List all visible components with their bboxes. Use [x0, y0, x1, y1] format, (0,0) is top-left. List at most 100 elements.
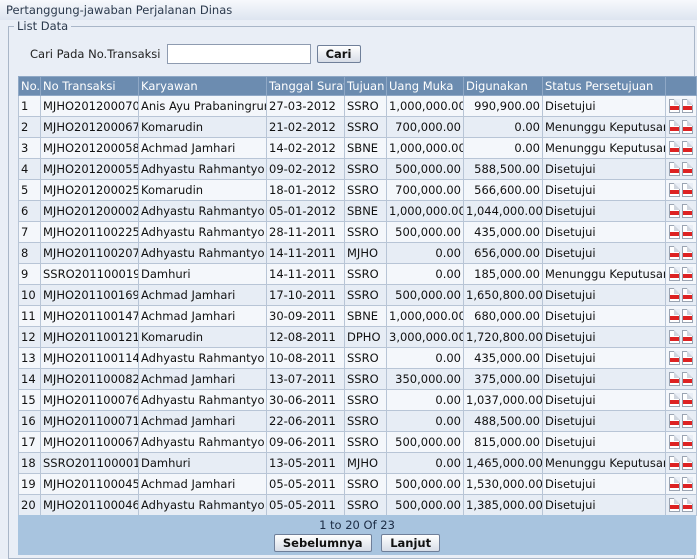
pdf-icon[interactable] [682, 99, 693, 114]
col-header-tujuan[interactable]: Tujuan [344, 76, 387, 96]
pdf-icon[interactable] [669, 204, 680, 219]
pdf-icon[interactable] [682, 477, 693, 492]
cell-actions [665, 221, 697, 243]
pdf-icon[interactable] [682, 267, 693, 282]
cell-actions [665, 179, 697, 201]
cell-status: Disetujui [542, 347, 666, 369]
table-row[interactable]: 13 MJHO201100114 Adhyastu Rahmantyo 10-08-2… [18, 347, 697, 369]
cell-status: Disetujui [542, 473, 666, 495]
col-header-status[interactable]: Status Persetujuan [542, 76, 666, 96]
cell-no: 3 [18, 137, 41, 159]
cell-no: 6 [18, 200, 41, 222]
pdf-icon[interactable] [669, 309, 680, 324]
col-header-uang-muka[interactable]: Uang Muka [386, 76, 464, 96]
pdf-icon[interactable] [669, 288, 680, 303]
cell-no-transaksi: MJHO201100121 [40, 326, 139, 348]
pdf-icon[interactable] [669, 267, 680, 282]
pdf-icon[interactable] [669, 456, 680, 471]
table-row[interactable]: 9 SSRO201100019 Damhuri 14-11-2011 SSRO 0.00 1… [18, 263, 697, 285]
cell-karyawan: Komarudin [138, 179, 267, 201]
cell-digunakan: 488,500.00 [463, 410, 543, 432]
cell-status: Menunggu Keputusan [542, 137, 666, 159]
pdf-icon[interactable] [669, 372, 680, 387]
pdf-icon[interactable] [669, 141, 680, 156]
pdf-icon[interactable] [682, 246, 693, 261]
cell-no-transaksi: MJHO201100147 [40, 305, 139, 327]
pdf-icon[interactable] [682, 372, 693, 387]
table-row[interactable]: 20 MJHO201100046 Adhyastu Rahmantyo 05-05-2… [18, 494, 697, 516]
table-row[interactable]: 15 MJHO201100076 Adhyastu Rahmantyo 30-06-2… [18, 389, 697, 411]
cell-karyawan: Adhyastu Rahmantyo [138, 221, 267, 243]
table-row[interactable]: 16 MJHO201100071 Achmad Jamhari 22-06-2011 S… [18, 410, 697, 432]
table-row[interactable]: 11 MJHO201100147 Achmad Jamhari 30-09-2011 S… [18, 305, 697, 327]
pdf-icon[interactable] [682, 183, 693, 198]
search-input[interactable] [166, 44, 311, 64]
cell-tanggal-surat: 28-11-2011 [266, 221, 345, 243]
pdf-icon[interactable] [682, 120, 693, 135]
col-header-tanggal-surat[interactable]: Tanggal Surat [266, 76, 345, 96]
data-table: No. No Transaksi Karyawan Tanggal Surat … [18, 76, 697, 516]
table-row[interactable]: 7 MJHO201100225 Adhyastu Rahmantyo 28-11-20… [18, 221, 697, 243]
col-header-digunakan[interactable]: Digunakan [463, 76, 543, 96]
next-button[interactable]: Lanjut [381, 534, 441, 552]
col-header-no-transaksi[interactable]: No Transaksi [40, 76, 139, 96]
pdf-icon[interactable] [682, 141, 693, 156]
pdf-icon[interactable] [669, 351, 680, 366]
table-row[interactable]: 18 SSRO201100001 Damhuri 13-05-2011 MJHO 0.00… [18, 452, 697, 474]
table-row[interactable]: 6 MJHO201200002 Adhyastu Rahmantyo 05-01-20… [18, 200, 697, 222]
pdf-icon[interactable] [669, 162, 680, 177]
col-header-no: No. [18, 76, 41, 96]
table-row[interactable]: 14 MJHO201100082 Achmad Jamhari 13-07-2011 S… [18, 368, 697, 390]
table-row[interactable]: 12 MJHO201100121 Komarudin 12-08-2011 DPHO 3,… [18, 326, 697, 348]
pdf-icon[interactable] [669, 393, 680, 408]
pdf-icon[interactable] [682, 330, 693, 345]
table-row[interactable]: 8 MJHO201100207 Adhyastu Rahmantyo 14-11-20… [18, 242, 697, 264]
cell-digunakan: 1,720,800.00 [463, 326, 543, 348]
cell-tujuan: SSRO [344, 410, 387, 432]
table-row[interactable]: 5 MJHO201200025 Komarudin 18-01-2012 SSRO 700… [18, 179, 697, 201]
pagination-range: 1 to 20 Of 23 [319, 518, 395, 532]
cell-karyawan: Adhyastu Rahmantyo [138, 158, 267, 180]
table-row[interactable]: 17 MJHO201100067 Adhyastu Rahmantyo 09-06-2… [18, 431, 697, 453]
table-row[interactable]: 3 MJHO201200058 Achmad Jamhari 14-02-2012 SB… [18, 137, 697, 159]
table-row[interactable]: 1 MJHO201200070 Anis Ayu Prabaningrum 27-03… [18, 95, 697, 117]
cell-digunakan: 990,900.00 [463, 95, 543, 117]
table-row[interactable]: 4 MJHO201200055 Adhyastu Rahmantyo 09-02-20… [18, 158, 697, 180]
table-row[interactable]: 19 MJHO201100045 Achmad Jamhari 05-05-2011 S… [18, 473, 697, 495]
cell-no-transaksi: MJHO201100207 [40, 242, 139, 264]
pdf-icon[interactable] [682, 309, 693, 324]
pdf-icon[interactable] [682, 456, 693, 471]
pdf-icon[interactable] [682, 414, 693, 429]
cell-uang-muka: 0.00 [386, 347, 464, 369]
pdf-icon[interactable] [682, 204, 693, 219]
pdf-icon[interactable] [669, 414, 680, 429]
cell-no-transaksi: SSRO201100001 [40, 452, 139, 474]
cell-tanggal-surat: 17-10-2011 [266, 284, 345, 306]
cell-digunakan: 588,500.00 [463, 158, 543, 180]
pdf-icon[interactable] [682, 288, 693, 303]
previous-button[interactable]: Sebelumnya [273, 534, 372, 552]
pdf-icon[interactable] [682, 162, 693, 177]
pdf-icon[interactable] [682, 498, 693, 513]
pdf-icon[interactable] [669, 246, 680, 261]
pdf-icon[interactable] [669, 330, 680, 345]
pdf-icon[interactable] [669, 120, 680, 135]
pdf-icon[interactable] [682, 225, 693, 240]
pdf-icon[interactable] [669, 183, 680, 198]
col-header-karyawan[interactable]: Karyawan [138, 76, 267, 96]
table-row[interactable]: 2 MJHO201200067 Komarudin 21-02-2012 SSRO 700… [18, 116, 697, 138]
pdf-icon[interactable] [669, 99, 680, 114]
table-row[interactable]: 10 MJHO201100169 Achmad Jamhari 17-10-2011 S… [18, 284, 697, 306]
cell-uang-muka: 700,000.00 [386, 116, 464, 138]
pdf-icon[interactable] [682, 393, 693, 408]
pdf-icon[interactable] [669, 498, 680, 513]
pdf-icon[interactable] [682, 351, 693, 366]
cell-actions [665, 368, 697, 390]
pdf-icon[interactable] [669, 225, 680, 240]
pdf-icon[interactable] [682, 435, 693, 450]
pdf-icon[interactable] [669, 435, 680, 450]
cell-digunakan: 656,000.00 [463, 242, 543, 264]
pdf-icon[interactable] [669, 477, 680, 492]
search-button[interactable]: Cari [316, 45, 361, 63]
cell-karyawan: Damhuri [138, 263, 267, 285]
